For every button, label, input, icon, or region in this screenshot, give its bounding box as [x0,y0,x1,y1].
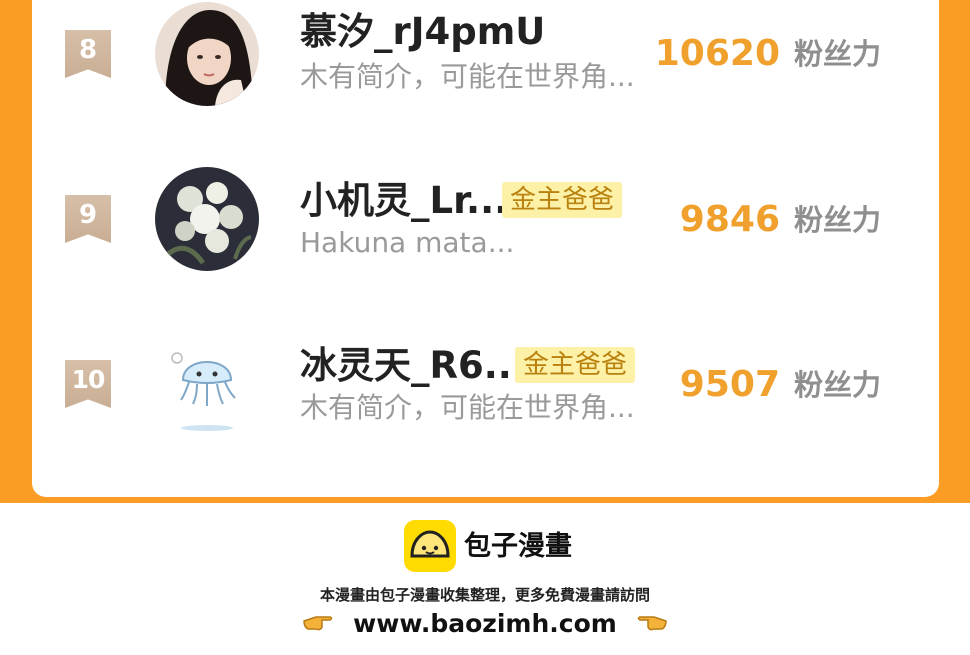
fan-power-score: 9846 [679,199,780,240]
jellyfish-cartoon-avatar [155,332,259,436]
user-avatar[interactable] [155,167,259,271]
fan-power-unit: 粉丝力 [794,203,882,237]
user-avatar[interactable] [155,332,259,436]
baozi-logo-icon[interactable] [404,520,456,572]
footer-url-row: www.baozimh.com [0,608,970,641]
brand-name: 包子漫畫 [464,531,572,562]
sponsor-badge: 金主爸爸 [515,347,636,383]
ranking-row[interactable]: 8 慕汐_rJ4pmU 木有简介，可能在世界角... 10620 粉丝力 [32,0,939,110]
rank-ribbon: 10 [65,360,111,408]
user-bio: 木有简介，可能在世界角... [300,391,635,424]
username[interactable]: 冰灵天_R6... [300,344,526,388]
user-bio: Hakuna mata... [300,226,515,259]
user-avatar[interactable] [155,2,259,106]
ranking-panel: 8 慕汐_rJ4pmU 木有简介，可能在世界角... 10620 粉丝力 9 小… [32,0,939,497]
pointing-hand-icon [302,609,334,641]
footer-note: 本漫畫由包子漫畫收集整理，更多免費漫畫請訪問 [319,586,650,604]
fan-power-score: 9507 [679,364,780,405]
rank-ribbon: 8 [65,30,111,78]
white-flowers-avatar [155,167,259,271]
site-url-link[interactable]: www.baozimh.com [353,609,617,638]
sponsor-badge: 金主爸爸 [502,182,623,218]
fan-power-unit: 粉丝力 [794,37,882,71]
username[interactable]: 慕汐_rJ4pmU [300,10,545,54]
ranking-row[interactable]: 9 小机灵_Lr... 金主爸爸 Hakuna mata... 9846 粉丝力 [32,165,939,275]
fan-power-score: 10620 [654,33,780,74]
user-bio: 木有简介，可能在世界角... [300,60,635,93]
username[interactable]: 小机灵_Lr... [300,179,508,223]
rank-ribbon: 9 [65,195,111,243]
ranking-row[interactable]: 10 冰灵天_R6... 金主爸爸 木有简介，可能在世界角... 9507 粉丝… [32,330,939,440]
pointing-hand-icon [636,609,668,641]
fan-power-unit: 粉丝力 [794,368,882,402]
girl-photo-avatar [155,2,259,106]
